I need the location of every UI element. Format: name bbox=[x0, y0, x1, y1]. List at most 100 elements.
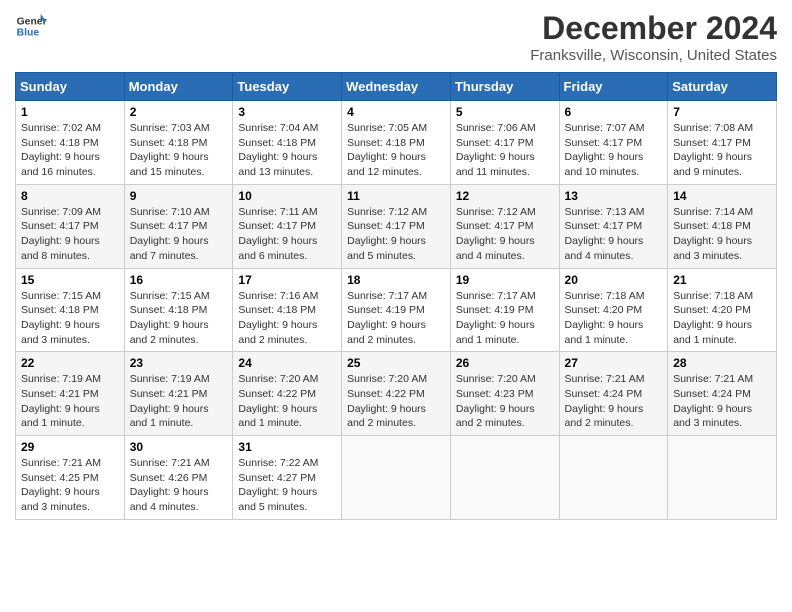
calendar-cell bbox=[450, 436, 559, 520]
calendar-cell: 17 Sunrise: 7:16 AMSunset: 4:18 PMDayligh… bbox=[233, 268, 342, 352]
day-number: 1 bbox=[21, 105, 119, 119]
day-number: 25 bbox=[347, 356, 445, 370]
day-number: 23 bbox=[130, 356, 228, 370]
logo: General Blue bbox=[15, 10, 47, 42]
day-detail: Sunrise: 7:20 AMSunset: 4:22 PMDaylight:… bbox=[347, 372, 445, 431]
calendar-cell: 10 Sunrise: 7:11 AMSunset: 4:17 PMDayligh… bbox=[233, 184, 342, 268]
day-number: 15 bbox=[21, 273, 119, 287]
location: Franksville, Wisconsin, United States bbox=[530, 47, 777, 64]
col-header-sunday: Sunday bbox=[16, 73, 125, 101]
col-header-saturday: Saturday bbox=[668, 73, 777, 101]
day-detail: Sunrise: 7:17 AMSunset: 4:19 PMDaylight:… bbox=[456, 289, 554, 348]
day-number: 3 bbox=[238, 105, 336, 119]
day-number: 20 bbox=[565, 273, 663, 287]
week-row-3: 15 Sunrise: 7:15 AMSunset: 4:18 PMDayligh… bbox=[16, 268, 777, 352]
day-number: 8 bbox=[21, 189, 119, 203]
day-detail: Sunrise: 7:04 AMSunset: 4:18 PMDaylight:… bbox=[238, 121, 336, 180]
calendar-cell: 25 Sunrise: 7:20 AMSunset: 4:22 PMDayligh… bbox=[342, 352, 451, 436]
day-number: 13 bbox=[565, 189, 663, 203]
day-detail: Sunrise: 7:12 AMSunset: 4:17 PMDaylight:… bbox=[456, 205, 554, 264]
calendar-cell: 19 Sunrise: 7:17 AMSunset: 4:19 PMDayligh… bbox=[450, 268, 559, 352]
calendar-cell: 12 Sunrise: 7:12 AMSunset: 4:17 PMDayligh… bbox=[450, 184, 559, 268]
day-number: 27 bbox=[565, 356, 663, 370]
day-detail: Sunrise: 7:15 AMSunset: 4:18 PMDaylight:… bbox=[130, 289, 228, 348]
day-detail: Sunrise: 7:08 AMSunset: 4:17 PMDaylight:… bbox=[673, 121, 771, 180]
week-row-1: 1 Sunrise: 7:02 AMSunset: 4:18 PMDaylight… bbox=[16, 101, 777, 185]
day-number: 31 bbox=[238, 440, 336, 454]
calendar-cell: 26 Sunrise: 7:20 AMSunset: 4:23 PMDayligh… bbox=[450, 352, 559, 436]
day-detail: Sunrise: 7:07 AMSunset: 4:17 PMDaylight:… bbox=[565, 121, 663, 180]
day-detail: Sunrise: 7:05 AMSunset: 4:18 PMDaylight:… bbox=[347, 121, 445, 180]
day-number: 17 bbox=[238, 273, 336, 287]
day-number: 10 bbox=[238, 189, 336, 203]
day-detail: Sunrise: 7:20 AMSunset: 4:23 PMDaylight:… bbox=[456, 372, 554, 431]
calendar-cell: 8 Sunrise: 7:09 AMSunset: 4:17 PMDaylight… bbox=[16, 184, 125, 268]
day-detail: Sunrise: 7:14 AMSunset: 4:18 PMDaylight:… bbox=[673, 205, 771, 264]
calendar-cell: 14Sunrise: 7:14 AMSunset: 4:18 PMDayligh… bbox=[668, 184, 777, 268]
day-number: 26 bbox=[456, 356, 554, 370]
day-detail: Sunrise: 7:16 AMSunset: 4:18 PMDaylight:… bbox=[238, 289, 336, 348]
day-detail: Sunrise: 7:02 AMSunset: 4:18 PMDaylight:… bbox=[21, 121, 119, 180]
day-number: 16 bbox=[130, 273, 228, 287]
day-detail: Sunrise: 7:06 AMSunset: 4:17 PMDaylight:… bbox=[456, 121, 554, 180]
calendar-cell: 18 Sunrise: 7:17 AMSunset: 4:19 PMDayligh… bbox=[342, 268, 451, 352]
day-detail: Sunrise: 7:13 AMSunset: 4:17 PMDaylight:… bbox=[565, 205, 663, 264]
calendar-cell: 4Sunrise: 7:05 AMSunset: 4:18 PMDaylight… bbox=[342, 101, 451, 185]
calendar-cell: 7 Sunrise: 7:08 AMSunset: 4:17 PMDaylight… bbox=[668, 101, 777, 185]
day-detail: Sunrise: 7:19 AMSunset: 4:21 PMDaylight:… bbox=[21, 372, 119, 431]
calendar-table: SundayMondayTuesdayWednesdayThursdayFrid… bbox=[15, 72, 777, 520]
calendar-cell: 31 Sunrise: 7:22 AMSunset: 4:27 PMDayligh… bbox=[233, 436, 342, 520]
calendar-cell: 22 Sunrise: 7:19 AMSunset: 4:21 PMDayligh… bbox=[16, 352, 125, 436]
col-header-tuesday: Tuesday bbox=[233, 73, 342, 101]
calendar-cell: 21Sunrise: 7:18 AMSunset: 4:20 PMDayligh… bbox=[668, 268, 777, 352]
calendar-cell: 20 Sunrise: 7:18 AMSunset: 4:20 PMDayligh… bbox=[559, 268, 668, 352]
day-detail: Sunrise: 7:09 AMSunset: 4:17 PMDaylight:… bbox=[21, 205, 119, 264]
calendar-cell: 15Sunrise: 7:15 AMSunset: 4:18 PMDayligh… bbox=[16, 268, 125, 352]
day-number: 7 bbox=[673, 105, 771, 119]
calendar-cell: 28Sunrise: 7:21 AMSunset: 4:24 PMDayligh… bbox=[668, 352, 777, 436]
col-header-monday: Monday bbox=[124, 73, 233, 101]
logo-icon: General Blue bbox=[15, 10, 47, 42]
calendar-cell: 16 Sunrise: 7:15 AMSunset: 4:18 PMDayligh… bbox=[124, 268, 233, 352]
calendar-body: 1 Sunrise: 7:02 AMSunset: 4:18 PMDaylight… bbox=[16, 101, 777, 520]
day-number: 22 bbox=[21, 356, 119, 370]
col-header-thursday: Thursday bbox=[450, 73, 559, 101]
day-detail: Sunrise: 7:03 AMSunset: 4:18 PMDaylight:… bbox=[130, 121, 228, 180]
col-header-wednesday: Wednesday bbox=[342, 73, 451, 101]
day-detail: Sunrise: 7:21 AMSunset: 4:24 PMDaylight:… bbox=[565, 372, 663, 431]
day-detail: Sunrise: 7:18 AMSunset: 4:20 PMDaylight:… bbox=[673, 289, 771, 348]
day-detail: Sunrise: 7:17 AMSunset: 4:19 PMDaylight:… bbox=[347, 289, 445, 348]
title-area: December 2024 Franksville, Wisconsin, Un… bbox=[530, 10, 777, 64]
day-number: 11 bbox=[347, 189, 445, 203]
week-row-5: 29 Sunrise: 7:21 AMSunset: 4:25 PMDayligh… bbox=[16, 436, 777, 520]
day-number: 29 bbox=[21, 440, 119, 454]
week-row-4: 22 Sunrise: 7:19 AMSunset: 4:21 PMDayligh… bbox=[16, 352, 777, 436]
day-detail: Sunrise: 7:22 AMSunset: 4:27 PMDaylight:… bbox=[238, 456, 336, 515]
calendar-cell: 5 Sunrise: 7:06 AMSunset: 4:17 PMDaylight… bbox=[450, 101, 559, 185]
calendar-cell: 3 Sunrise: 7:04 AMSunset: 4:18 PMDaylight… bbox=[233, 101, 342, 185]
day-detail: Sunrise: 7:21 AMSunset: 4:26 PMDaylight:… bbox=[130, 456, 228, 515]
calendar-cell: 9 Sunrise: 7:10 AMSunset: 4:17 PMDaylight… bbox=[124, 184, 233, 268]
calendar-cell: 11Sunrise: 7:12 AMSunset: 4:17 PMDayligh… bbox=[342, 184, 451, 268]
day-number: 19 bbox=[456, 273, 554, 287]
day-number: 5 bbox=[456, 105, 554, 119]
calendar-cell: 1 Sunrise: 7:02 AMSunset: 4:18 PMDaylight… bbox=[16, 101, 125, 185]
svg-text:Blue: Blue bbox=[17, 28, 40, 39]
day-number: 6 bbox=[565, 105, 663, 119]
week-row-2: 8 Sunrise: 7:09 AMSunset: 4:17 PMDaylight… bbox=[16, 184, 777, 268]
day-number: 9 bbox=[130, 189, 228, 203]
calendar-cell: 27 Sunrise: 7:21 AMSunset: 4:24 PMDayligh… bbox=[559, 352, 668, 436]
month-title: December 2024 bbox=[530, 10, 777, 47]
day-detail: Sunrise: 7:21 AMSunset: 4:24 PMDaylight:… bbox=[673, 372, 771, 431]
day-detail: Sunrise: 7:11 AMSunset: 4:17 PMDaylight:… bbox=[238, 205, 336, 264]
day-number: 24 bbox=[238, 356, 336, 370]
calendar-cell: 13 Sunrise: 7:13 AMSunset: 4:17 PMDayligh… bbox=[559, 184, 668, 268]
day-detail: Sunrise: 7:19 AMSunset: 4:21 PMDaylight:… bbox=[130, 372, 228, 431]
day-detail: Sunrise: 7:10 AMSunset: 4:17 PMDaylight:… bbox=[130, 205, 228, 264]
col-header-friday: Friday bbox=[559, 73, 668, 101]
day-number: 12 bbox=[456, 189, 554, 203]
day-number: 18 bbox=[347, 273, 445, 287]
day-detail: Sunrise: 7:21 AMSunset: 4:25 PMDaylight:… bbox=[21, 456, 119, 515]
day-number: 30 bbox=[130, 440, 228, 454]
day-detail: Sunrise: 7:18 AMSunset: 4:20 PMDaylight:… bbox=[565, 289, 663, 348]
